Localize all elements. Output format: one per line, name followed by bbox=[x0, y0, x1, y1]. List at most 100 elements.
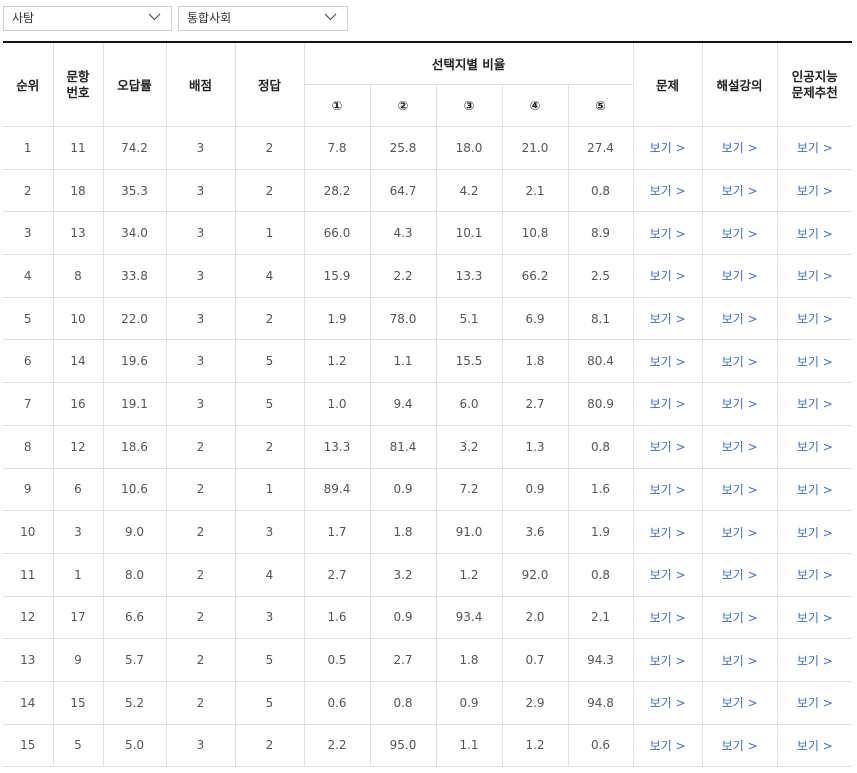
view-question-link[interactable]: 보기 > bbox=[632, 552, 703, 597]
question-no-cell: 9 bbox=[52, 638, 104, 682]
header-wrong-rate: 오답률 bbox=[102, 41, 167, 127]
view-ai-recommend-link[interactable]: 보기 > bbox=[776, 680, 853, 725]
subject-group-select[interactable]: 사탐 bbox=[3, 6, 172, 31]
question-no-cell: 11 bbox=[52, 126, 104, 170]
rank-cell: 6 bbox=[3, 339, 54, 384]
view-question-link[interactable]: 보기 > bbox=[632, 723, 703, 768]
table-row: 6 14 19.6 3 5 1.2 1.1 15.5 1.8 80.4 보기 > 보기 > 보기 > bbox=[3, 339, 853, 384]
view-ai-recommend-link[interactable]: 보기 > bbox=[776, 552, 853, 597]
view-ai-recommend-link[interactable]: 보기 > bbox=[776, 723, 853, 768]
view-lecture-link[interactable]: 보기 > bbox=[701, 595, 778, 640]
view-ai-recommend-link[interactable]: 보기 > bbox=[776, 126, 853, 170]
view-lecture-link[interactable]: 보기 > bbox=[701, 339, 778, 384]
view-question-link[interactable]: 보기 > bbox=[632, 339, 703, 384]
view-lecture-link[interactable]: 보기 > bbox=[701, 296, 778, 341]
view-question-link[interactable]: 보기 > bbox=[632, 211, 703, 256]
choice-3-ratio-cell: 10.1 bbox=[435, 211, 503, 256]
view-ai-recommend-link[interactable]: 보기 > bbox=[776, 467, 853, 512]
view-ai-recommend-link[interactable]: 보기 > bbox=[776, 510, 853, 554]
view-lecture-link[interactable]: 보기 > bbox=[701, 382, 778, 426]
choice-1-ratio-cell: 1.6 bbox=[303, 595, 371, 640]
subject-select[interactable]: 통합사회 bbox=[178, 6, 348, 31]
choice-5-ratio-cell: 8.1 bbox=[567, 296, 634, 341]
question-no-cell: 14 bbox=[52, 339, 104, 384]
view-question-link[interactable]: 보기 > bbox=[632, 510, 703, 554]
view-question-link[interactable]: 보기 > bbox=[632, 595, 703, 640]
view-question-link[interactable]: 보기 > bbox=[632, 680, 703, 725]
header-points: 배점 bbox=[165, 41, 236, 127]
view-lecture-link[interactable]: 보기 > bbox=[701, 211, 778, 256]
question-no-cell: 8 bbox=[52, 254, 104, 298]
choice-5-ratio-cell: 94.3 bbox=[567, 638, 634, 682]
view-question-link[interactable]: 보기 > bbox=[632, 296, 703, 341]
points-cell: 2 bbox=[165, 680, 236, 725]
points-cell: 3 bbox=[165, 339, 236, 384]
view-lecture-link[interactable]: 보기 > bbox=[701, 254, 778, 298]
table-row: 14 15 5.2 2 5 0.6 0.8 0.9 2.9 94.8 보기 > 보기 > 보기 > bbox=[3, 680, 853, 725]
view-ai-recommend-link[interactable]: 보기 > bbox=[776, 254, 853, 298]
view-question-link[interactable]: 보기 > bbox=[632, 382, 703, 426]
table-row: 10 3 9.0 2 3 1.7 1.8 91.0 3.6 1.9 보기 > 보기 > 보기 > bbox=[3, 510, 853, 554]
choice-3-ratio-cell: 4.2 bbox=[435, 168, 503, 213]
choice-4-ratio-cell: 10.8 bbox=[501, 211, 569, 256]
view-lecture-link[interactable]: 보기 > bbox=[701, 424, 778, 469]
choice-5-ratio-cell: 8.9 bbox=[567, 211, 634, 256]
header-choice-3: ③ bbox=[435, 84, 503, 127]
choice-4-ratio-cell: 92.0 bbox=[501, 552, 569, 597]
view-ai-recommend-link[interactable]: 보기 > bbox=[776, 382, 853, 426]
choice-3-ratio-cell: 0.9 bbox=[435, 680, 503, 725]
table-row: 4 8 33.8 3 4 15.9 2.2 13.3 66.2 2.5 보기 > 보기 > 보기 > bbox=[3, 254, 853, 298]
header-lecture: 해설강의 bbox=[701, 41, 778, 127]
question-no-cell: 16 bbox=[52, 382, 104, 426]
rank-cell: 7 bbox=[3, 382, 54, 426]
view-lecture-link[interactable]: 보기 > bbox=[701, 126, 778, 170]
choice-3-ratio-cell: 3.2 bbox=[435, 424, 503, 469]
rank-cell: 13 bbox=[3, 638, 54, 682]
header-question-no-text: 문항 번호 bbox=[66, 68, 90, 100]
view-lecture-link[interactable]: 보기 > bbox=[701, 510, 778, 554]
choice-1-ratio-cell: 1.7 bbox=[303, 510, 371, 554]
view-lecture-link[interactable]: 보기 > bbox=[701, 552, 778, 597]
view-lecture-link[interactable]: 보기 > bbox=[701, 638, 778, 682]
view-ai-recommend-link[interactable]: 보기 > bbox=[776, 424, 853, 469]
view-ai-recommend-link[interactable]: 보기 > bbox=[776, 168, 853, 213]
answer-cell: 1 bbox=[234, 467, 305, 512]
view-question-link[interactable]: 보기 > bbox=[632, 638, 703, 682]
view-question-link[interactable]: 보기 > bbox=[632, 168, 703, 213]
table-row: 5 10 22.0 3 2 1.9 78.0 5.1 6.9 8.1 보기 > 보기 > 보기 > bbox=[3, 296, 853, 341]
view-ai-recommend-link[interactable]: 보기 > bbox=[776, 595, 853, 640]
table-row: 12 17 6.6 2 3 1.6 0.9 93.4 2.0 2.1 보기 > 보기 > 보기 > bbox=[3, 595, 853, 640]
wrong-rate-cell: 19.1 bbox=[102, 382, 167, 426]
choice-2-ratio-cell: 0.9 bbox=[369, 595, 437, 640]
view-ai-recommend-link[interactable]: 보기 > bbox=[776, 296, 853, 341]
choice-4-ratio-cell: 3.6 bbox=[501, 510, 569, 554]
wrong-rate-cell: 22.0 bbox=[102, 296, 167, 341]
view-question-link[interactable]: 보기 > bbox=[632, 467, 703, 512]
view-lecture-link[interactable]: 보기 > bbox=[701, 680, 778, 725]
rank-cell: 12 bbox=[3, 595, 54, 640]
choice-5-ratio-cell: 1.6 bbox=[567, 467, 634, 512]
choice-2-ratio-cell: 78.0 bbox=[369, 296, 437, 341]
view-question-link[interactable]: 보기 > bbox=[632, 424, 703, 469]
choice-3-ratio-cell: 1.1 bbox=[435, 723, 503, 768]
choice-2-ratio-cell: 81.4 bbox=[369, 424, 437, 469]
view-ai-recommend-link[interactable]: 보기 > bbox=[776, 211, 853, 256]
wrong-rate-cell: 33.8 bbox=[102, 254, 167, 298]
wrong-rate-cell: 5.2 bbox=[102, 680, 167, 725]
view-ai-recommend-link[interactable]: 보기 > bbox=[776, 638, 853, 682]
view-question-link[interactable]: 보기 > bbox=[632, 254, 703, 298]
choice-4-ratio-cell: 2.7 bbox=[501, 382, 569, 426]
rank-cell: 2 bbox=[3, 168, 54, 213]
view-ai-recommend-link[interactable]: 보기 > bbox=[776, 339, 853, 384]
points-cell: 2 bbox=[165, 424, 236, 469]
header-ai-recommend: 인공지능 문제추천 bbox=[776, 41, 853, 127]
choice-2-ratio-cell: 95.0 bbox=[369, 723, 437, 768]
view-lecture-link[interactable]: 보기 > bbox=[701, 168, 778, 213]
view-question-link[interactable]: 보기 > bbox=[632, 126, 703, 170]
choice-2-ratio-cell: 0.8 bbox=[369, 680, 437, 725]
wrong-rate-cell: 5.7 bbox=[102, 638, 167, 682]
choice-2-ratio-cell: 64.7 bbox=[369, 168, 437, 213]
view-lecture-link[interactable]: 보기 > bbox=[701, 467, 778, 512]
choice-1-ratio-cell: 0.5 bbox=[303, 638, 371, 682]
view-lecture-link[interactable]: 보기 > bbox=[701, 723, 778, 768]
